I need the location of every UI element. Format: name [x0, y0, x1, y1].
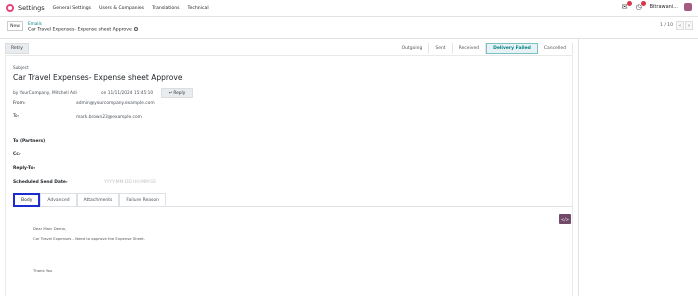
from-field[interactable]: admin@yourcompany.example.com	[76, 101, 155, 106]
discuss-icon[interactable]: ✉	[622, 1, 632, 11]
subject-field[interactable]: Car Travel Expenses- Expense sheet Appro…	[13, 73, 182, 82]
breadcrumb-current-label: Car Travel Expenses- Expense sheet Appro…	[28, 27, 132, 33]
tab-attachments[interactable]: Attachments	[76, 193, 120, 207]
discuss-badge	[626, 1, 632, 6]
menu-general-settings[interactable]: General Settings	[53, 6, 91, 11]
retry-button[interactable]: Retry	[5, 43, 29, 54]
form-sheet: Subject Car Travel Expenses- Expense she…	[5, 56, 573, 296]
menu-translations[interactable]: Translations	[152, 6, 179, 11]
tab-body[interactable]: Body	[13, 193, 41, 207]
from-label-text: From	[13, 101, 24, 106]
stage-cancelled[interactable]: Cancelled	[538, 43, 573, 54]
pager-next-button[interactable]: ›	[685, 21, 693, 30]
new-button[interactable]: New	[7, 21, 23, 31]
tab-failure-reason[interactable]: Failure Reason	[119, 193, 166, 207]
from-label: From?	[13, 101, 26, 106]
subject-label: Subject	[13, 65, 29, 70]
reply-button[interactable]: ↩ Reply	[161, 88, 193, 98]
status-stages: Outgoing Sent Received Delivery Failed C…	[396, 43, 573, 54]
body-message: Car Travel Expenses - Need to approve th…	[33, 236, 145, 241]
body-signoff: Thank You	[33, 268, 53, 273]
date-line: on 11/11/2024 15:45:10	[101, 91, 154, 96]
body-editor[interactable]: Dear Marc Demo, Car Travel Expenses - Ne…	[13, 207, 571, 296]
stage-delivery-failed[interactable]: Delivery Failed	[486, 43, 538, 54]
chatter-panel	[578, 39, 698, 296]
company-switcher[interactable]: Bitrawani...	[650, 4, 678, 10]
scheduled-send-label-text: Scheduled Send Date	[13, 180, 66, 185]
body-greeting: Dear Marc Demo,	[33, 226, 67, 231]
breadcrumb-current: Car Travel Expenses- Expense sheet Appro…	[28, 27, 138, 33]
tab-advanced[interactable]: Advanced	[40, 193, 77, 207]
pager-value[interactable]: 1 / 10	[660, 23, 673, 28]
codeview-button[interactable]: </>	[559, 214, 571, 224]
status-bar: Retry Outgoing Sent Received Delivery Fa…	[5, 42, 573, 56]
reply-to-label-text: Reply-To	[13, 166, 34, 171]
gear-icon[interactable]	[133, 27, 138, 31]
app-switcher-icon[interactable]	[6, 4, 14, 12]
to-partners-label: To (Partners)	[13, 139, 46, 144]
reply-to-label: Reply-To?	[13, 166, 36, 171]
control-panel: New Emails Car Travel Expenses- Expense …	[0, 17, 698, 39]
notebook-tabs: Body Advanced Attachments Failure Reason	[13, 193, 573, 207]
user-avatar[interactable]	[684, 3, 692, 11]
activity-icon[interactable]: ◷	[636, 1, 646, 11]
breadcrumb-parent[interactable]: Emails	[28, 21, 42, 26]
stage-sent[interactable]: Sent	[429, 43, 453, 54]
author-line: by YourCompany, Mitchell Adi	[13, 91, 77, 96]
to-field[interactable]: mark.brown23@example.com	[76, 115, 142, 120]
to-label: To?	[13, 114, 20, 119]
app-name[interactable]: Settings	[18, 4, 45, 12]
stage-received[interactable]: Received	[453, 43, 487, 54]
menu-technical[interactable]: Technical	[188, 6, 209, 11]
cc-label: Cc?	[13, 152, 21, 157]
pager-prev-button[interactable]: ‹	[676, 21, 684, 30]
reply-icon: ↩	[168, 90, 173, 96]
scheduled-send-field[interactable]: YYYY-MM-DD HH:MM:SS	[104, 180, 156, 185]
reply-button-label: Reply	[173, 90, 186, 96]
menu-users-companies[interactable]: Users & Companies	[99, 6, 144, 11]
activity-badge	[640, 1, 646, 6]
scheduled-send-label: Scheduled Send Date?	[13, 180, 68, 185]
top-navbar: Settings General Settings Users & Compan…	[0, 0, 698, 17]
stage-outgoing[interactable]: Outgoing	[396, 43, 430, 54]
